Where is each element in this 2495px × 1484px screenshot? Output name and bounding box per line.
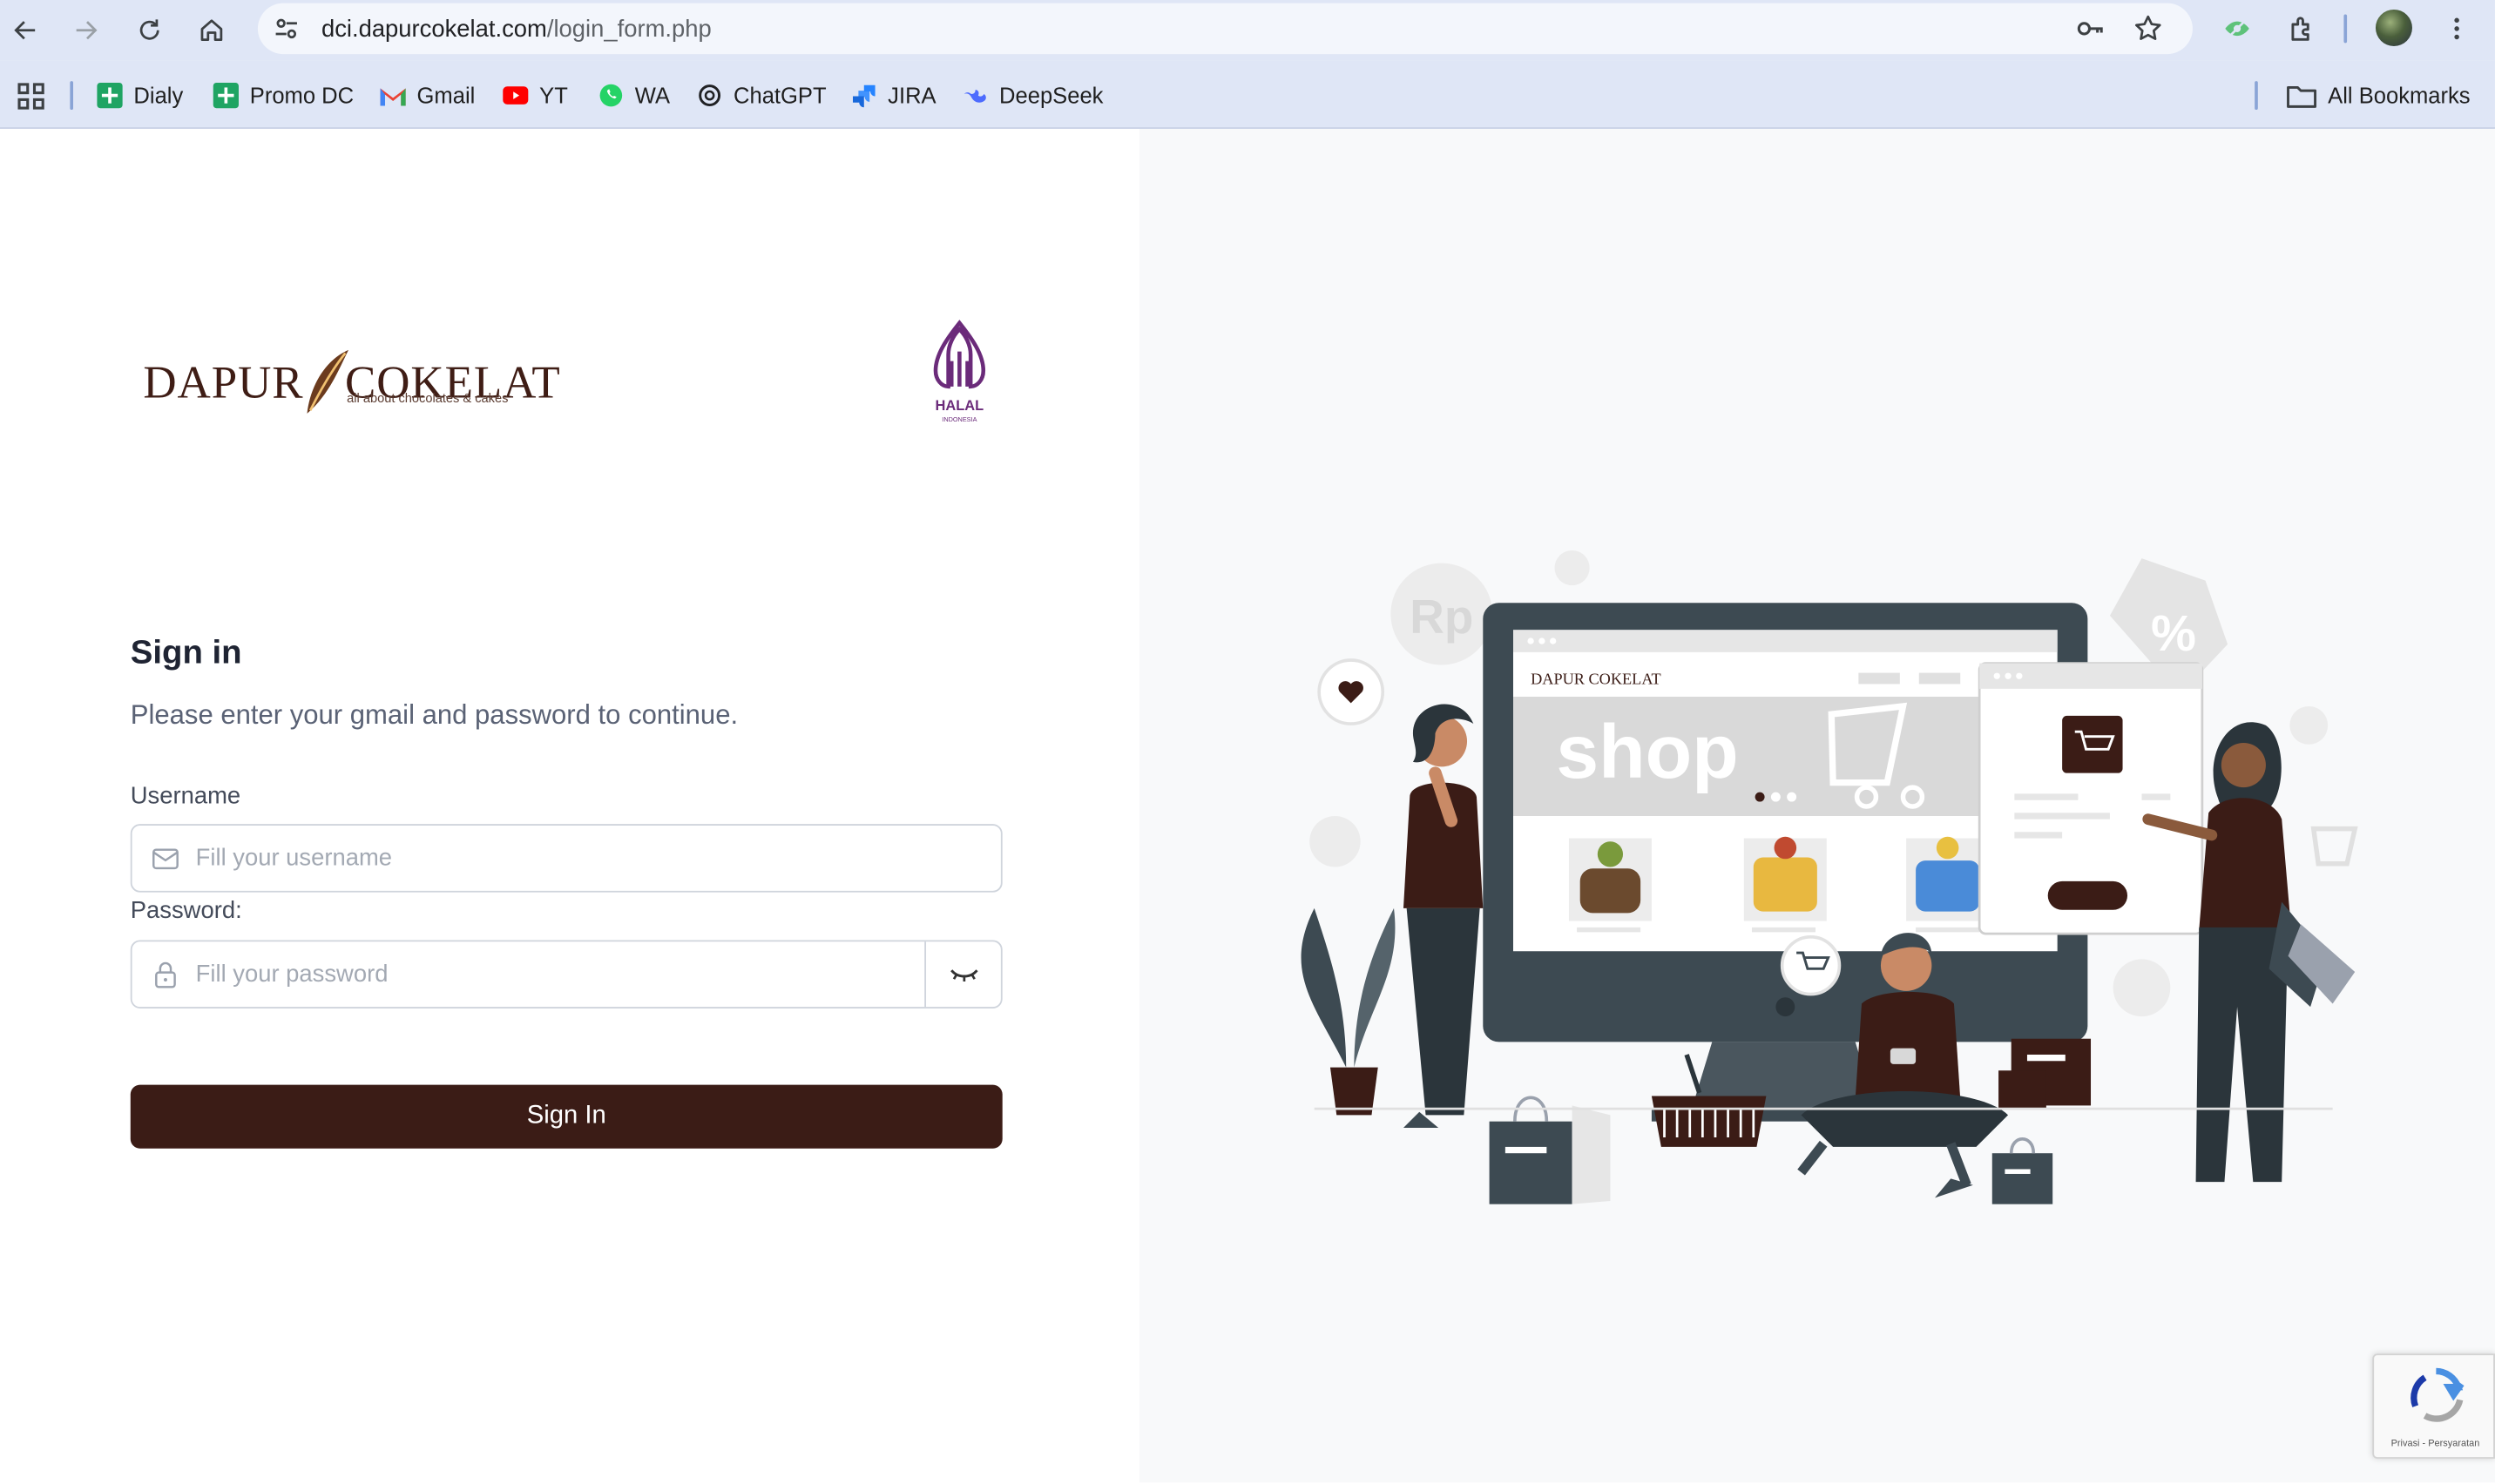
- bookmark-label: Promo DC: [249, 82, 355, 109]
- sheets-icon: [97, 82, 123, 109]
- bookmark-gmail[interactable]: Gmail: [380, 79, 476, 111]
- reload-button[interactable]: [129, 10, 170, 51]
- browser-toolbar: dci.dapurcokelat.com/login_form.php: [0, 0, 2495, 61]
- url-host: dci.dapurcokelat.com: [321, 16, 547, 44]
- apps-grid-icon: [17, 82, 44, 109]
- bookmark-dialy[interactable]: Dialy: [97, 79, 183, 111]
- home-icon: [200, 19, 223, 42]
- key-icon[interactable]: [2075, 13, 2107, 45]
- jira-icon: [851, 83, 876, 108]
- password-label: Password:: [130, 897, 242, 925]
- toolbar-divider: [2343, 14, 2348, 44]
- page-subtitle: Please enter your gmail and password to …: [130, 699, 739, 731]
- envelope-icon: [152, 848, 179, 870]
- page-title: Sign in: [130, 634, 242, 671]
- url-text[interactable]: dci.dapurcokelat.com/login_form.php: [321, 16, 712, 43]
- eye-extension-icon: [2225, 17, 2249, 39]
- sign-in-button[interactable]: Sign In: [130, 1084, 1003, 1149]
- arrow-left-icon: [14, 21, 36, 40]
- bookmark-promo-dc[interactable]: Promo DC: [213, 79, 354, 111]
- password-field[interactable]: [130, 940, 1003, 1009]
- bookmark-label: YT: [539, 82, 568, 109]
- illustration-panel: Rp % DAPUR COKELAT shop: [1139, 128, 2495, 1483]
- sheets-icon: [213, 82, 239, 109]
- url-path: /login_form.php: [546, 16, 712, 44]
- monitor-brand-text: DAPUR COKELAT: [1531, 670, 1661, 687]
- bookmark-yt[interactable]: YT: [503, 79, 568, 111]
- star-icon[interactable]: [2133, 13, 2165, 45]
- cocoa-leaf-icon: [307, 349, 348, 414]
- extensions-button[interactable]: [2282, 10, 2320, 48]
- bookmark-jira[interactable]: JIRA: [851, 79, 936, 111]
- halal-indonesia-logo: HALAL INDONESIA: [933, 320, 986, 423]
- login-panel: DAPUR COKELAT all about chocolates & cake…: [0, 128, 1139, 1483]
- site-settings-icon[interactable]: [271, 13, 303, 45]
- puzzle-icon: [2290, 16, 2309, 40]
- reload-icon: [139, 19, 159, 40]
- eye-closed-icon: [950, 968, 977, 981]
- online-shop-illustration: Rp % DAPUR COKELAT shop: [1301, 550, 2358, 1204]
- home-button[interactable]: [191, 10, 232, 51]
- kebab-menu-icon: [2454, 17, 2459, 40]
- arrow-right-icon: [76, 21, 98, 40]
- profile-avatar[interactable]: [2375, 9, 2412, 46]
- bookmarks-right-divider: [2255, 81, 2258, 111]
- username-label: Username: [130, 782, 241, 810]
- address-bar[interactable]: dci.dapurcokelat.com/login_form.php: [257, 3, 2193, 55]
- bookmark-label: WA: [634, 82, 671, 109]
- gmail-icon: [380, 83, 406, 108]
- apps-button[interactable]: [17, 79, 44, 111]
- bookmark-label: DeepSeek: [999, 82, 1104, 109]
- recaptcha-footer: Privasi - Persyaratan: [2390, 1439, 2480, 1449]
- bookmark-label: JIRA: [888, 82, 936, 109]
- back-button[interactable]: [4, 10, 45, 51]
- bookmark-label: ChatGPT: [734, 82, 827, 109]
- recaptcha-badge[interactable]: Privasi - Persyaratan: [2372, 1353, 2495, 1459]
- bookmark-label: Gmail: [416, 82, 476, 109]
- youtube-icon: [503, 83, 529, 108]
- forward-button[interactable]: [65, 10, 106, 51]
- username-input[interactable]: [195, 826, 991, 890]
- logo-tagline: all about chocolates & cakes: [347, 391, 509, 406]
- recaptcha-logo-icon: [2410, 1367, 2465, 1422]
- bookmarks-divider: [70, 81, 74, 111]
- halal-sub-label: INDONESIA: [942, 415, 977, 423]
- bookmarks-bar: Dialy Promo DC Gmail YT WA ChatGPT JIRA …: [0, 60, 2495, 129]
- whatsapp-icon: [598, 83, 624, 108]
- shop-banner-text: shop: [1556, 709, 1738, 794]
- login-page: DAPUR COKELAT all about chocolates & cake…: [0, 128, 2495, 1483]
- lock-icon: [155, 961, 176, 988]
- bookmark-label: Dialy: [133, 82, 184, 109]
- rupiah-coin-label: Rp: [1410, 590, 1473, 644]
- chatgpt-icon: [697, 83, 722, 108]
- halal-label: HALAL: [936, 398, 984, 414]
- bookmark-wa[interactable]: WA: [598, 79, 670, 111]
- username-field[interactable]: [130, 824, 1003, 893]
- chrome-menu-button[interactable]: [2438, 10, 2476, 48]
- logo-word-dapur: DAPUR: [143, 357, 304, 409]
- all-bookmarks-label: All Bookmarks: [2328, 82, 2471, 109]
- all-bookmarks-button[interactable]: All Bookmarks: [2287, 79, 2471, 111]
- extension-eye-button[interactable]: [2218, 10, 2256, 48]
- password-input[interactable]: [195, 943, 916, 1006]
- bookmark-chatgpt[interactable]: ChatGPT: [697, 79, 827, 111]
- dapur-cokelat-logo: DAPUR COKELAT all about chocolates & cake…: [143, 331, 560, 420]
- toggle-password-visibility-button[interactable]: [924, 941, 1001, 1008]
- deepseek-icon: [963, 83, 988, 108]
- folder-icon: [2287, 83, 2317, 108]
- bookmark-deepseek[interactable]: DeepSeek: [963, 79, 1103, 111]
- discount-tag-label: %: [2151, 605, 2196, 662]
